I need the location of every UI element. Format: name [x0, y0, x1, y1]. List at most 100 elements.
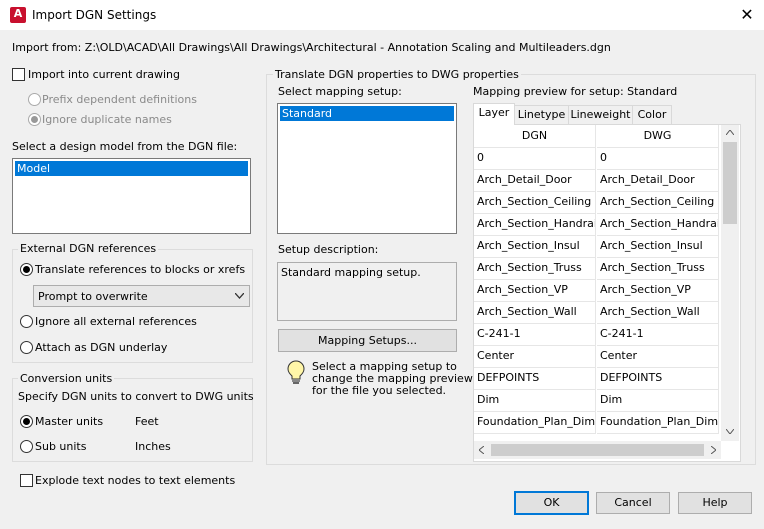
horizontal-scrollbar[interactable] [474, 441, 721, 459]
dwg-cell: 0 [597, 147, 719, 170]
title-bar: A Import DGN Settings ✕ [0, 0, 764, 30]
explode-text-label[interactable]: Explode text nodes to text elements [35, 474, 235, 487]
scroll-right-icon[interactable] [711, 446, 716, 454]
setup-desc-label: Setup description: [278, 243, 379, 256]
autocad-logo-icon: A [10, 7, 26, 23]
overwrite-dropdown-value: Prompt to overwrite [38, 290, 148, 303]
cancel-button[interactable]: Cancel [596, 492, 670, 514]
close-icon[interactable]: ✕ [734, 4, 760, 26]
tab-layer[interactable]: Layer [473, 103, 515, 125]
attach-underlay-label[interactable]: Attach as DGN underlay [35, 341, 167, 354]
dwg-cell: Center [597, 345, 719, 368]
help-button[interactable]: Help [678, 492, 752, 514]
dgn-cell: Arch_Detail_Door [474, 169, 596, 192]
tab-lineweight[interactable]: Lineweight [568, 105, 633, 125]
dgn-cell: Arch_Section_Truss [474, 257, 596, 280]
ok-button[interactable]: OK [514, 491, 589, 515]
table-row[interactable]: Dim Dim [474, 389, 720, 412]
scroll-down-icon[interactable] [726, 429, 734, 434]
master-units-label[interactable]: Master units [35, 415, 103, 428]
setup-desc-text: Standard mapping setup. [281, 266, 421, 279]
column-header-dgn[interactable]: DGN [474, 125, 596, 148]
scroll-up-icon[interactable] [726, 130, 734, 135]
table-row[interactable]: C-241-1 C-241-1 [474, 323, 720, 346]
dwg-cell: Arch_Section_Handrail [597, 213, 719, 236]
external-references-title: External DGN references [18, 242, 159, 255]
attach-underlay-radio[interactable] [20, 341, 33, 354]
ignore-dups-radio[interactable] [28, 113, 41, 126]
table-row[interactable]: Arch_Section_Wall Arch_Section_Wall [474, 301, 720, 324]
dwg-cell: Dim [597, 389, 719, 412]
explode-text-checkbox[interactable] [20, 474, 33, 487]
import-current-checkbox[interactable] [12, 68, 25, 81]
table-row[interactable]: Arch_Section_VP Arch_Section_VP [474, 279, 720, 302]
dwg-cell: Arch_Section_Truss [597, 257, 719, 280]
model-item[interactable]: Model [15, 161, 248, 176]
import-from-path: Import from: Z:\OLD\ACAD\All Drawings\Al… [12, 41, 611, 54]
mapping-preview-label: Mapping preview for setup: Standard [473, 85, 678, 98]
table-row[interactable]: DEFPOINTS DEFPOINTS [474, 367, 720, 390]
ignore-refs-label[interactable]: Ignore all external references [35, 315, 197, 328]
scroll-left-icon[interactable] [479, 446, 484, 454]
tab-color[interactable]: Color [632, 105, 672, 125]
dgn-cell: Arch_Section_Wall [474, 301, 596, 324]
dwg-cell: DEFPOINTS [597, 367, 719, 390]
dwg-cell: Arch_Detail_Door [597, 169, 719, 192]
sub-units-radio[interactable] [20, 440, 33, 453]
dgn-cell: Dim [474, 389, 596, 412]
dwg-cell: Arch_Section_Insul [597, 235, 719, 258]
dgn-cell: Arch_Section_VP [474, 279, 596, 302]
prefix-defs-radio[interactable] [28, 93, 41, 106]
setup-item[interactable]: Standard [280, 106, 454, 121]
dgn-cell: 0 [474, 147, 596, 170]
mapping-preview-grid[interactable]: DGN DWG 0 0 Arch_Detail_Door Arch_Detail_Do… [473, 124, 741, 462]
table-row[interactable]: Arch_Section_Ceiling Arch_Section_Ceiling [474, 191, 720, 214]
select-setup-label: Select mapping setup: [278, 85, 402, 98]
tab-linetype[interactable]: Linetype [514, 105, 569, 125]
sub-units-label[interactable]: Sub units [35, 440, 86, 453]
table-row[interactable]: Foundation_Plan_Dim Foundation_Plan_Dim [474, 411, 720, 434]
table-row[interactable]: Arch_Detail_Door Arch_Detail_Door [474, 169, 720, 192]
design-model-label: Select a design model from the DGN file: [12, 140, 238, 153]
horizontal-scroll-thumb[interactable] [491, 444, 704, 456]
window-title: Import DGN Settings [32, 8, 157, 22]
table-row[interactable]: 00 [474, 147, 720, 170]
hint-line-3: for the file you selected. [312, 384, 447, 397]
ignore-refs-radio[interactable] [20, 315, 33, 328]
translate-refs-label[interactable]: Translate references to blocks or xrefs [35, 263, 245, 276]
dgn-cell: Foundation_Plan_Dim [474, 411, 596, 434]
grid-header: DGN DWG [474, 125, 720, 148]
table-row[interactable]: Arch_Section_Insul Arch_Section_Insul [474, 235, 720, 258]
dwg-cell: Arch_Section_VP [597, 279, 719, 302]
lightbulb-icon [287, 360, 305, 384]
import-current-label[interactable]: Import into current drawing [28, 68, 180, 81]
dwg-cell: Foundation_Plan_Dim [597, 411, 719, 434]
conversion-desc: Specify DGN units to convert to DWG unit… [18, 390, 254, 403]
vertical-scrollbar[interactable] [721, 125, 739, 441]
dgn-cell: Arch_Section_Handrail [474, 213, 596, 236]
master-units-value: Feet [135, 415, 159, 428]
overwrite-dropdown[interactable]: Prompt to overwrite [33, 285, 250, 307]
preview-tabs: Layer Linetype Lineweight Color [473, 103, 738, 125]
table-row[interactable]: Center Center [474, 345, 720, 368]
table-row[interactable]: Arch_Section_Truss Arch_Section_Truss [474, 257, 720, 280]
mapping-setup-list[interactable]: Standard [277, 103, 457, 234]
dwg-cell: Arch_Section_Ceiling [597, 191, 719, 214]
design-model-list[interactable]: Model [12, 158, 251, 234]
dgn-cell: Arch_Section_Insul [474, 235, 596, 258]
prefix-defs-label: Prefix dependent definitions [42, 93, 197, 106]
ignore-dups-label: Ignore duplicate names [42, 113, 172, 126]
mapping-setups-button[interactable]: Mapping Setups... [278, 329, 457, 352]
column-header-dwg[interactable]: DWG [597, 125, 719, 148]
chevron-down-icon [235, 293, 244, 299]
translate-properties-title: Translate DGN properties to DWG properti… [273, 68, 521, 81]
master-units-radio[interactable] [20, 415, 33, 428]
dgn-cell: DEFPOINTS [474, 367, 596, 390]
dgn-cell: C-241-1 [474, 323, 596, 346]
dgn-cell: Center [474, 345, 596, 368]
sub-units-value: Inches [135, 440, 171, 453]
vertical-scroll-thumb[interactable] [723, 142, 737, 224]
conversion-units-title: Conversion units [18, 372, 115, 385]
translate-refs-radio[interactable] [20, 263, 33, 276]
table-row[interactable]: Arch_Section_Handrail Arch_Section_Handra… [474, 213, 720, 236]
